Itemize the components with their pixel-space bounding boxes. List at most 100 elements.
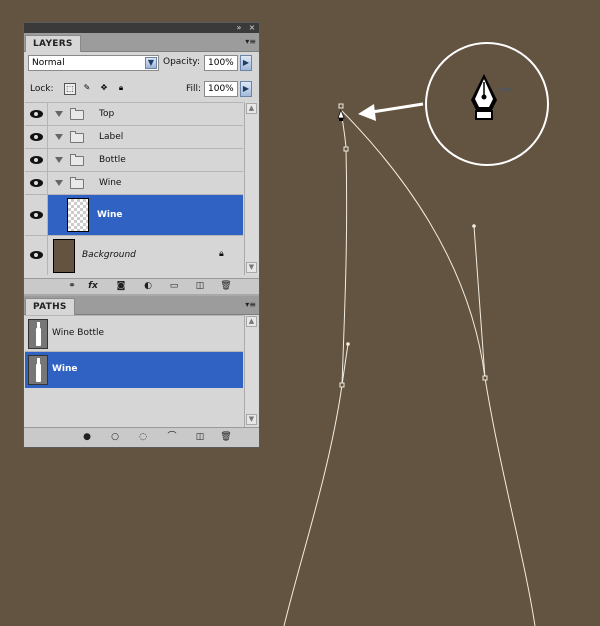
lock-position-icon[interactable]: ✥ xyxy=(98,83,110,95)
scroll-up-icon[interactable]: ▲ xyxy=(246,103,257,114)
trash-icon[interactable]: 🗑︎ xyxy=(220,432,232,443)
tab-layers[interactable]: LAYERS xyxy=(25,35,81,52)
paths-panel-body: Wine Bottle Wine ▲ ▼ xyxy=(24,315,259,427)
direction-line xyxy=(473,225,486,379)
new-group-icon[interactable]: ▭ xyxy=(168,281,180,292)
chevron-down-icon: ▼ xyxy=(145,57,157,69)
layer-row-background[interactable]: Background 🔒︎ xyxy=(25,235,243,275)
path-thumbnail xyxy=(28,319,48,349)
panel-menu-icon[interactable]: ▾≡ xyxy=(245,37,256,47)
bottle-shape xyxy=(36,364,41,382)
layers-tab-row: LAYERS ▾≡ xyxy=(24,33,259,52)
link-layers-icon[interactable]: ⚭ xyxy=(66,281,78,292)
path-row-selected[interactable]: Wine xyxy=(25,351,243,388)
eye-icon xyxy=(30,211,43,219)
fill-slider-button[interactable]: ▶ xyxy=(240,81,252,97)
expand-triangle-icon[interactable] xyxy=(55,111,63,117)
expand-triangle-icon[interactable] xyxy=(55,180,63,186)
anchor-point xyxy=(339,382,345,388)
eye-icon xyxy=(30,156,43,164)
handle-point xyxy=(472,224,476,228)
scroll-down-icon[interactable]: ▼ xyxy=(246,414,257,425)
blend-mode-select[interactable]: Normal ▼ xyxy=(28,55,159,71)
fill-field[interactable]: 100% xyxy=(204,81,238,97)
new-path-icon[interactable]: ◫ xyxy=(194,432,206,443)
lock-options: ⬚ ✎ ✥ 🔒︎ xyxy=(64,83,144,95)
expand-triangle-icon[interactable] xyxy=(55,157,63,163)
opacity-value: 100% xyxy=(208,58,234,68)
layer-name: Top xyxy=(99,109,115,119)
anchor-point xyxy=(343,146,349,152)
paths-footer-toolbar: ● ○ ◌ ⌒ ◫ 🗑︎ xyxy=(24,427,259,447)
eye-icon xyxy=(30,251,43,259)
visibility-toggle[interactable] xyxy=(25,103,48,125)
lock-icon: 🔒︎ xyxy=(219,249,224,259)
eye-icon xyxy=(30,179,43,187)
visibility-toggle[interactable] xyxy=(25,126,48,148)
visibility-toggle[interactable] xyxy=(25,195,48,235)
paths-scrollbar[interactable]: ▲ ▼ xyxy=(244,315,258,427)
layer-name: Background xyxy=(82,250,136,260)
layer-row-group[interactable]: Bottle xyxy=(25,148,243,171)
lock-all-icon[interactable]: 🔒︎ xyxy=(115,83,127,95)
folder-icon xyxy=(70,177,84,189)
double-chevron-right-icon[interactable]: » xyxy=(234,23,244,33)
visibility-toggle[interactable] xyxy=(25,172,48,194)
eye-icon xyxy=(30,133,43,141)
layer-style-icon[interactable]: fx xyxy=(87,281,99,292)
stroke-path-icon[interactable]: ○ xyxy=(109,432,121,443)
path-row[interactable]: Wine Bottle xyxy=(25,315,243,351)
blend-mode-value: Normal xyxy=(32,58,65,68)
fill-value: 100% xyxy=(208,84,234,94)
panel-dock: » × LAYERS ▾≡ Normal ▼ Opacity: 100% ▶ L… xyxy=(23,22,260,448)
load-as-selection-icon[interactable]: ◌ xyxy=(137,432,149,443)
fill-label: Fill: xyxy=(186,84,202,94)
wine-path-left-edge xyxy=(283,109,348,626)
scroll-up-icon[interactable]: ▲ xyxy=(246,316,257,327)
lock-transparent-pixels-icon[interactable]: ⬚ xyxy=(64,83,76,95)
new-layer-icon[interactable]: ◫ xyxy=(194,281,206,292)
layer-thumbnail-background xyxy=(53,239,75,273)
path-thumbnail xyxy=(28,355,48,385)
folder-icon xyxy=(70,131,84,143)
layer-row-group[interactable]: Top xyxy=(25,102,243,125)
eye-icon xyxy=(30,110,43,118)
zoom-callout-circle xyxy=(425,42,549,166)
close-icon[interactable]: × xyxy=(247,23,257,33)
opacity-label: Opacity: xyxy=(163,57,200,67)
adjustment-layer-icon[interactable]: ◐ xyxy=(142,281,154,292)
opacity-slider-button[interactable]: ▶ xyxy=(240,55,252,71)
path-name: Wine xyxy=(52,364,78,374)
folder-icon xyxy=(70,154,84,166)
lock-label: Lock: xyxy=(30,84,54,94)
layer-row-group[interactable]: Label xyxy=(25,125,243,148)
layers-panel-body: Normal ▼ Opacity: 100% ▶ Lock: ⬚ ✎ ✥ 🔒︎ … xyxy=(24,52,259,288)
anchor-point xyxy=(338,103,344,109)
visibility-toggle[interactable] xyxy=(25,149,48,171)
panel-menu-icon[interactable]: ▾≡ xyxy=(245,300,256,310)
panel-title-strip[interactable]: » × xyxy=(24,23,259,33)
layer-thumbnail-transparent xyxy=(67,198,89,232)
trash-icon[interactable]: 🗑︎ xyxy=(220,281,232,292)
make-work-path-icon[interactable]: ⌒ xyxy=(166,432,178,443)
opacity-field[interactable]: 100% xyxy=(204,55,238,71)
expand-triangle-icon[interactable] xyxy=(55,134,63,140)
handle-point xyxy=(346,342,350,346)
path-name: Wine Bottle xyxy=(52,328,105,338)
layers-footer-toolbar: ⚭ fx ◙ ◐ ▭ ◫ 🗑︎ xyxy=(24,278,259,294)
anchor-point xyxy=(482,375,488,381)
add-mask-icon[interactable]: ◙ xyxy=(115,281,127,292)
layer-row-wine-selected[interactable]: Wine xyxy=(25,194,243,235)
paths-tab-row: PATHS ▾≡ xyxy=(24,296,259,315)
tab-paths[interactable]: PATHS xyxy=(25,298,75,315)
pointer-arrow xyxy=(358,102,424,121)
layer-name: Wine xyxy=(97,210,123,220)
fill-path-icon[interactable]: ● xyxy=(81,432,93,443)
layer-list: Top Label Bottle Wine Wine Background 🔒︎… xyxy=(24,102,259,288)
layer-row-group[interactable]: Wine xyxy=(25,171,243,194)
layers-scrollbar[interactable]: ▲ ▼ xyxy=(244,102,258,275)
lock-image-pixels-icon[interactable]: ✎ xyxy=(81,83,93,95)
scroll-down-icon[interactable]: ▼ xyxy=(246,262,257,273)
wine-path-right-edge xyxy=(340,109,536,626)
visibility-toggle[interactable] xyxy=(25,236,48,275)
